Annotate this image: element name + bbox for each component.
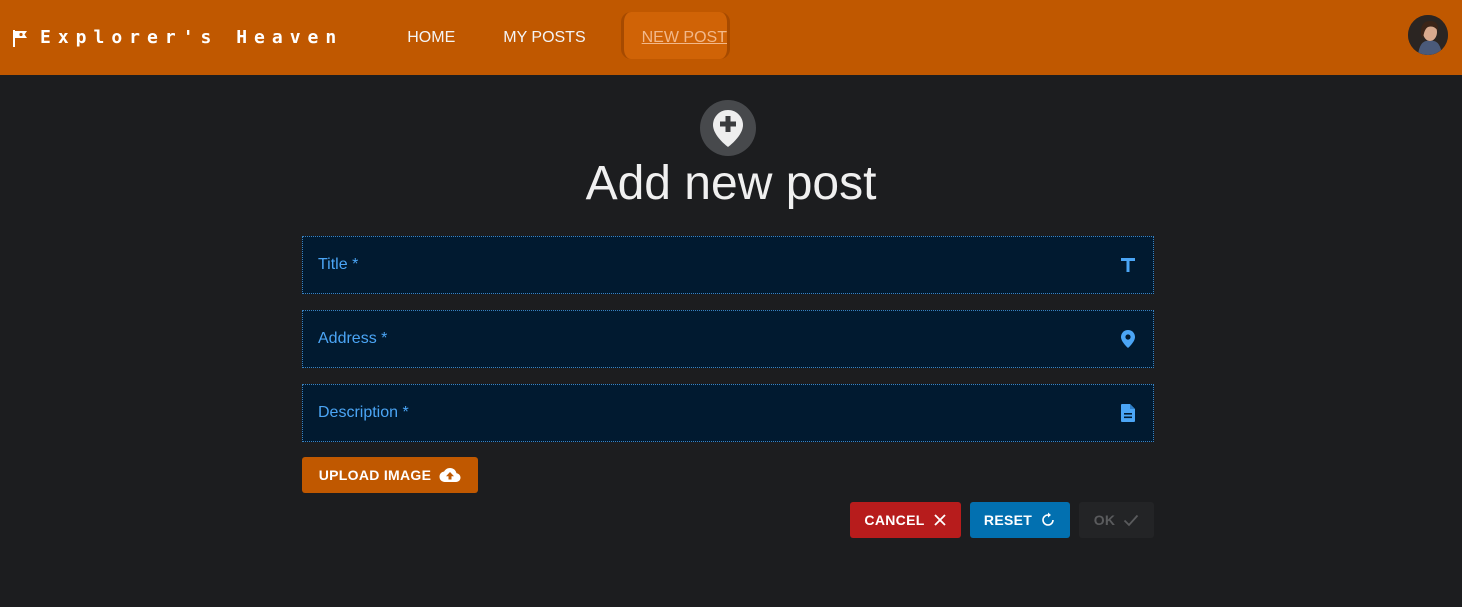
file-document-icon (1118, 403, 1138, 423)
brand-title: Explorer's Heaven (40, 27, 344, 48)
nav-home[interactable]: HOME (383, 0, 479, 75)
upload-image-button[interactable]: UPLOAD IMAGE (302, 457, 478, 493)
description-field-label: Description * (318, 404, 409, 421)
ok-label: OK (1093, 512, 1116, 528)
top-app-bar: Explorer's Heaven HOME MY POSTS NEW POST (0, 0, 1462, 75)
main-nav: HOME MY POSTS NEW POST (383, 0, 751, 75)
map-marker-plus-icon (700, 100, 756, 156)
flag-icon (12, 28, 30, 48)
nav-new-post[interactable]: NEW POST (618, 0, 751, 75)
upload-image-label: UPLOAD IMAGE (318, 467, 432, 483)
close-icon (933, 513, 947, 527)
nav-new-post-label: NEW POST (641, 28, 727, 46)
reset-button[interactable]: RESET (970, 502, 1070, 538)
page-title: Add new post (585, 157, 877, 210)
check-icon (1123, 513, 1139, 527)
title-field-label: Title * (318, 256, 359, 273)
cloud-upload-icon (439, 467, 461, 483)
cancel-label: CANCEL (864, 512, 925, 528)
description-field[interactable]: Description * (302, 384, 1154, 442)
cancel-button[interactable]: CANCEL (850, 502, 961, 538)
title-field[interactable]: Title * (302, 236, 1154, 294)
user-avatar[interactable] (1408, 15, 1448, 55)
format-title-icon (1118, 255, 1138, 275)
map-marker-icon (1118, 329, 1138, 349)
ok-button[interactable]: OK (1079, 502, 1154, 538)
brand[interactable]: Explorer's Heaven (12, 0, 343, 75)
reset-label: RESET (983, 512, 1033, 528)
address-field-label: Address * (318, 330, 388, 347)
address-field[interactable]: Address * (302, 310, 1154, 368)
restore-icon (1040, 512, 1056, 528)
nav-my-posts[interactable]: MY POSTS (479, 0, 609, 75)
